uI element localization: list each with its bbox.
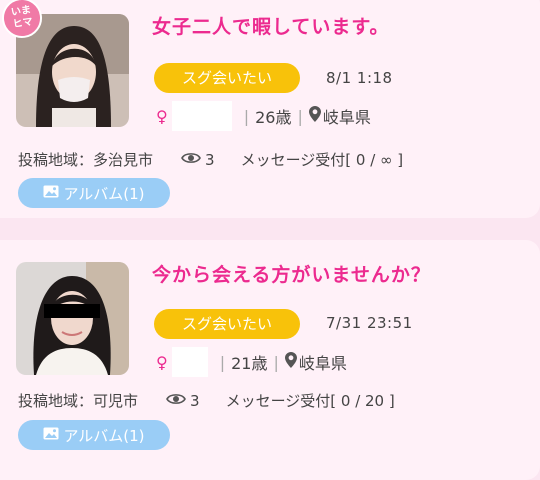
image-icon	[43, 184, 63, 202]
prefecture: 岐阜県	[298, 354, 347, 373]
divider: |	[297, 106, 303, 126]
post-card[interactable]: いま ヒマ 女子二人で暇しています。 スグ会いたい 8/1 1:18 ♀ | 2…	[0, 0, 540, 218]
album-label: アルバム(1)	[63, 426, 145, 445]
name-redacted	[171, 101, 232, 131]
region: 投稿地域：多治見市	[18, 151, 154, 169]
view-count: 3	[181, 151, 215, 169]
age: 21歳	[231, 354, 268, 373]
age: 26歳	[255, 108, 292, 127]
prefecture: 岐阜県	[322, 108, 371, 127]
eye-icon	[181, 151, 205, 169]
views-number: 3	[205, 150, 215, 169]
post-date: 7/31 23:51	[326, 314, 413, 332]
message-status: メッセージ受付[ 0 / 20 ]	[225, 392, 395, 410]
view-count: 3	[166, 392, 200, 410]
profile-info: ♀ | 26歳 | 岐阜県	[156, 101, 371, 131]
female-icon: ♀	[156, 106, 168, 126]
post-card[interactable]: 今から会える方がいませんか？ スグ会いたい 7/31 23:51 ♀ | 21歳…	[0, 240, 540, 480]
eye-icon	[166, 392, 190, 410]
avatar[interactable]	[16, 262, 129, 375]
divider: |	[273, 352, 279, 372]
post-title[interactable]: 女子二人で暇しています。	[152, 12, 390, 39]
views-number: 3	[190, 391, 200, 410]
region: 投稿地域：可児市	[18, 392, 139, 410]
album-label: アルバム(1)	[63, 184, 145, 203]
post-meta: 投稿地域：可児市 3 メッセージ受付[ 0 / 20 ]	[18, 390, 395, 411]
name-redacted	[171, 347, 208, 377]
album-button[interactable]: アルバム(1)	[18, 178, 170, 208]
divider: |	[243, 106, 250, 126]
post-meta: 投稿地域：多治見市 3 メッセージ受付[ 0 / ∞ ]	[18, 149, 403, 170]
map-pin-icon	[284, 352, 297, 372]
female-icon: ♀	[156, 352, 168, 372]
post-date: 8/1 1:18	[326, 69, 393, 87]
message-status: メッセージ受付[ 0 / ∞ ]	[240, 151, 404, 169]
album-button[interactable]: アルバム(1)	[18, 420, 170, 450]
badge-text-2: ヒマ	[12, 16, 34, 31]
divider: |	[219, 352, 226, 372]
map-pin-icon	[308, 106, 321, 126]
tag-badge: スグ会いたい	[154, 63, 300, 93]
image-icon	[43, 426, 63, 444]
profile-info: ♀ | 21歳 | 岐阜県	[156, 347, 347, 377]
post-title[interactable]: 今から会える方がいませんか？	[152, 260, 431, 287]
tag-badge: スグ会いたい	[154, 309, 300, 339]
